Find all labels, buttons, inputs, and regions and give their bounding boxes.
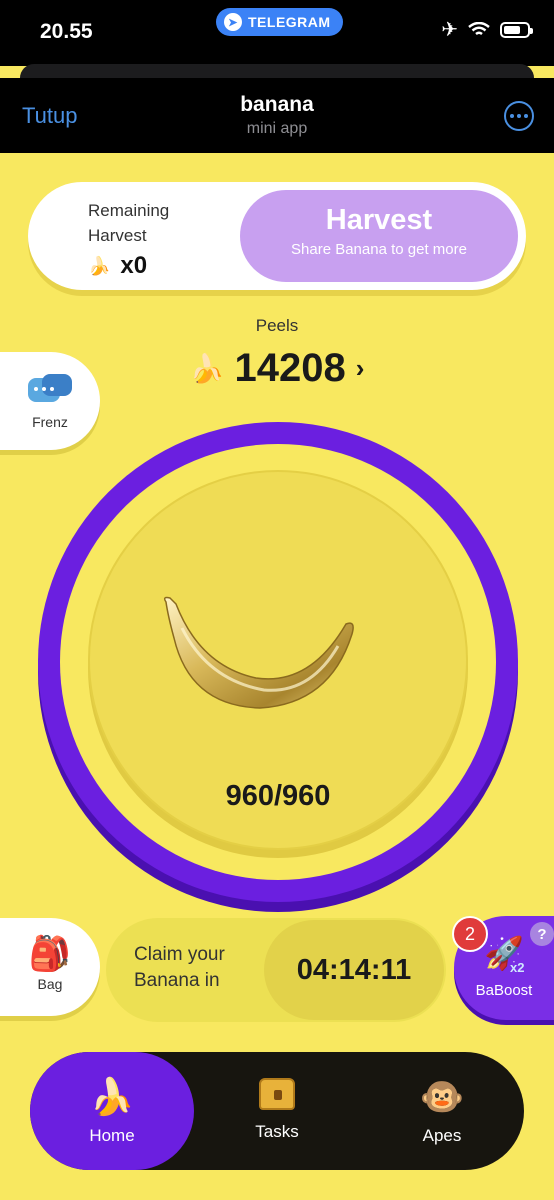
help-icon[interactable]: ? bbox=[530, 922, 554, 946]
airplane-icon: ✈ bbox=[441, 19, 458, 41]
backpack-icon: 🎒 bbox=[28, 935, 72, 973]
banana-icon: 🍌 bbox=[88, 255, 111, 276]
telegram-icon: ➤ bbox=[224, 13, 242, 31]
nav-home[interactable]: 🍌 Home bbox=[30, 1052, 194, 1170]
tap-ring: 960/960 bbox=[38, 422, 518, 902]
wifi-icon bbox=[468, 22, 490, 36]
remaining-harvest-label: Remaining Harvest bbox=[88, 201, 170, 245]
golden-banana-icon bbox=[163, 596, 354, 709]
more-options-icon[interactable] bbox=[504, 101, 534, 131]
bag-label: Bag bbox=[37, 976, 63, 992]
nav-apes-label: Apes bbox=[422, 1126, 462, 1145]
harvest-button-subtitle: Share Banana to get more bbox=[291, 241, 467, 258]
nav-home-label: Home bbox=[89, 1126, 135, 1145]
frenz-button[interactable]: Frenz bbox=[0, 352, 100, 450]
bag-button[interactable]: 🎒 Bag bbox=[0, 918, 100, 1016]
mini-app-header: Tutup banana mini app bbox=[0, 78, 554, 153]
claim-countdown: 04:14:11 bbox=[264, 920, 444, 1020]
chat-bubbles-icon bbox=[28, 374, 72, 408]
harvest-button-title: Harvest bbox=[325, 204, 433, 236]
status-time: 20.55 bbox=[40, 20, 93, 43]
claim-text: Claim your Banana in bbox=[134, 944, 225, 991]
peels-value: 14208 bbox=[234, 346, 346, 390]
baboost-label: BaBoost bbox=[475, 982, 533, 999]
status-icons: ✈ bbox=[441, 19, 533, 41]
banana-icon: 🍌 bbox=[89, 1076, 135, 1117]
energy-counter: 960/960 bbox=[225, 780, 331, 812]
app-subtitle: mini app bbox=[246, 120, 308, 137]
nav-tasks[interactable]: Tasks bbox=[194, 1052, 360, 1170]
chest-icon bbox=[259, 1078, 295, 1110]
remaining-harvest-count: 🍌 x0 bbox=[88, 252, 147, 280]
telegram-label: TELEGRAM bbox=[248, 14, 331, 30]
telegram-pill[interactable]: ➤ TELEGRAM bbox=[216, 8, 343, 36]
harvest-card: Remaining Harvest 🍌 x0 Harvest Share Ban… bbox=[28, 182, 526, 290]
nav-tasks-label: Tasks bbox=[255, 1122, 299, 1141]
harvest-button[interactable]: Harvest Share Banana to get more bbox=[240, 190, 518, 282]
claim-timer-card: Claim your Banana in 04:14:11 bbox=[106, 918, 446, 1022]
peels-label: Peels bbox=[255, 316, 299, 335]
notification-badge: 2 bbox=[452, 916, 488, 952]
remaining-count-value: x0 bbox=[120, 252, 148, 279]
banana-peel-icon: 🍌 bbox=[189, 353, 225, 384]
app-title: banana bbox=[240, 93, 314, 116]
boost-multiplier: x2 bbox=[510, 960, 525, 975]
bottom-nav: 🍌 Home Tasks 🐵 Apes bbox=[30, 1052, 524, 1170]
battery-icon bbox=[500, 22, 533, 38]
nav-apes[interactable]: 🐵 Apes bbox=[360, 1052, 524, 1170]
frenz-label: Frenz bbox=[32, 414, 68, 430]
monkeys-icon: 🐵 bbox=[419, 1076, 465, 1117]
chevron-right-icon: › bbox=[355, 353, 365, 383]
status-bar: 20.55 ➤ TELEGRAM ✈ bbox=[0, 0, 554, 66]
